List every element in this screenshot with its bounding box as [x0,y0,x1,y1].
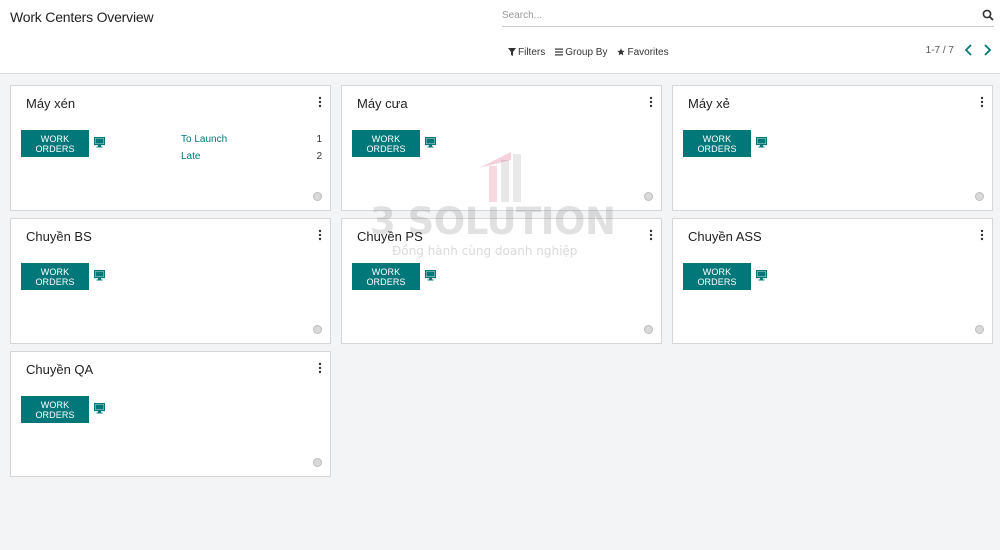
status-indicator[interactable] [644,325,653,334]
work-center-card[interactable]: Máy cưa WORK ORDERS [341,85,662,211]
chevron-left-icon[interactable] [964,44,973,56]
status-indicator[interactable] [644,192,653,201]
work-orders-button[interactable]: WORK ORDERS [352,263,420,290]
monitor-icon[interactable] [94,137,105,148]
status-indicator[interactable] [313,458,322,467]
group-by-label: Group By [565,46,608,58]
work-center-name: Máy xén [26,96,76,111]
page-title: Work Centers Overview [10,9,154,25]
monitor-icon[interactable] [756,270,767,281]
filters-button[interactable]: Filters [508,45,545,59]
dropdown-menu-icon[interactable] [318,229,322,241]
stat-row[interactable]: Late 2 [181,151,322,162]
work-center-card[interactable]: Chuyền QA WORK ORDERS [10,351,331,477]
dropdown-menu-icon[interactable] [980,96,984,108]
favorites-button[interactable]: Favorites [617,45,669,59]
dropdown-menu-icon[interactable] [649,96,653,108]
star-icon [617,48,626,56]
status-indicator[interactable] [975,325,984,334]
dropdown-menu-icon[interactable] [318,362,322,374]
monitor-icon[interactable] [756,137,767,148]
pager-value[interactable]: 1-7 / 7 [926,45,954,56]
work-orders-button[interactable]: WORK ORDERS [21,263,89,290]
work-center-name: Máy cưa [357,96,408,111]
monitor-icon[interactable] [94,270,105,281]
work-orders-button[interactable]: WORK ORDERS [21,130,89,157]
filters-label: Filters [518,46,546,58]
control-panel: Work Centers Overview Filters Group By F… [0,0,1000,74]
to-launch-link[interactable]: To Launch [181,134,227,145]
work-orders-button[interactable]: WORK ORDERS [683,263,751,290]
work-center-card[interactable]: Máy xẻ WORK ORDERS [672,85,993,211]
pager: 1-7 / 7 [926,44,992,56]
dropdown-menu-icon[interactable] [649,229,653,241]
search-icon[interactable] [982,9,994,21]
dropdown-menu-icon[interactable] [980,229,984,241]
work-orders-button[interactable]: WORK ORDERS [352,130,420,157]
work-center-card[interactable]: Máy xén WORK ORDERS To Launch 1 Late 2 [10,85,331,211]
work-center-name: Chuyền ASS [688,229,762,244]
monitor-icon[interactable] [425,137,436,148]
status-indicator[interactable] [313,325,322,334]
favorites-label: Favorites [627,46,669,58]
work-center-name: Chuyền QA [26,362,94,377]
list-icon [555,48,564,56]
chevron-right-icon[interactable] [983,44,992,56]
status-indicator[interactable] [975,192,984,201]
work-center-name: Máy xẻ [688,96,730,111]
status-indicator[interactable] [313,192,322,201]
work-center-name: Chuyền PS [357,229,423,244]
search-box[interactable] [502,3,994,27]
group-by-button[interactable]: Group By [555,45,607,59]
late-link[interactable]: Late [181,151,200,162]
search-input[interactable] [502,6,972,24]
filter-bar: Filters Group By Favorites [508,45,669,59]
work-orders-button[interactable]: WORK ORDERS [21,396,89,423]
monitor-icon[interactable] [425,270,436,281]
work-center-card[interactable]: Chuyền BS WORK ORDERS [10,218,331,344]
work-center-name: Chuyền BS [26,229,92,244]
dropdown-menu-icon[interactable] [318,96,322,108]
stat-row[interactable]: To Launch 1 [181,134,322,145]
work-center-card[interactable]: Chuyền PS WORK ORDERS [341,218,662,344]
monitor-icon[interactable] [94,403,105,414]
to-launch-count: 1 [316,134,322,145]
work-center-card[interactable]: Chuyền ASS WORK ORDERS [672,218,993,344]
filter-icon [508,48,516,56]
late-count: 2 [316,151,322,162]
work-orders-button[interactable]: WORK ORDERS [683,130,751,157]
